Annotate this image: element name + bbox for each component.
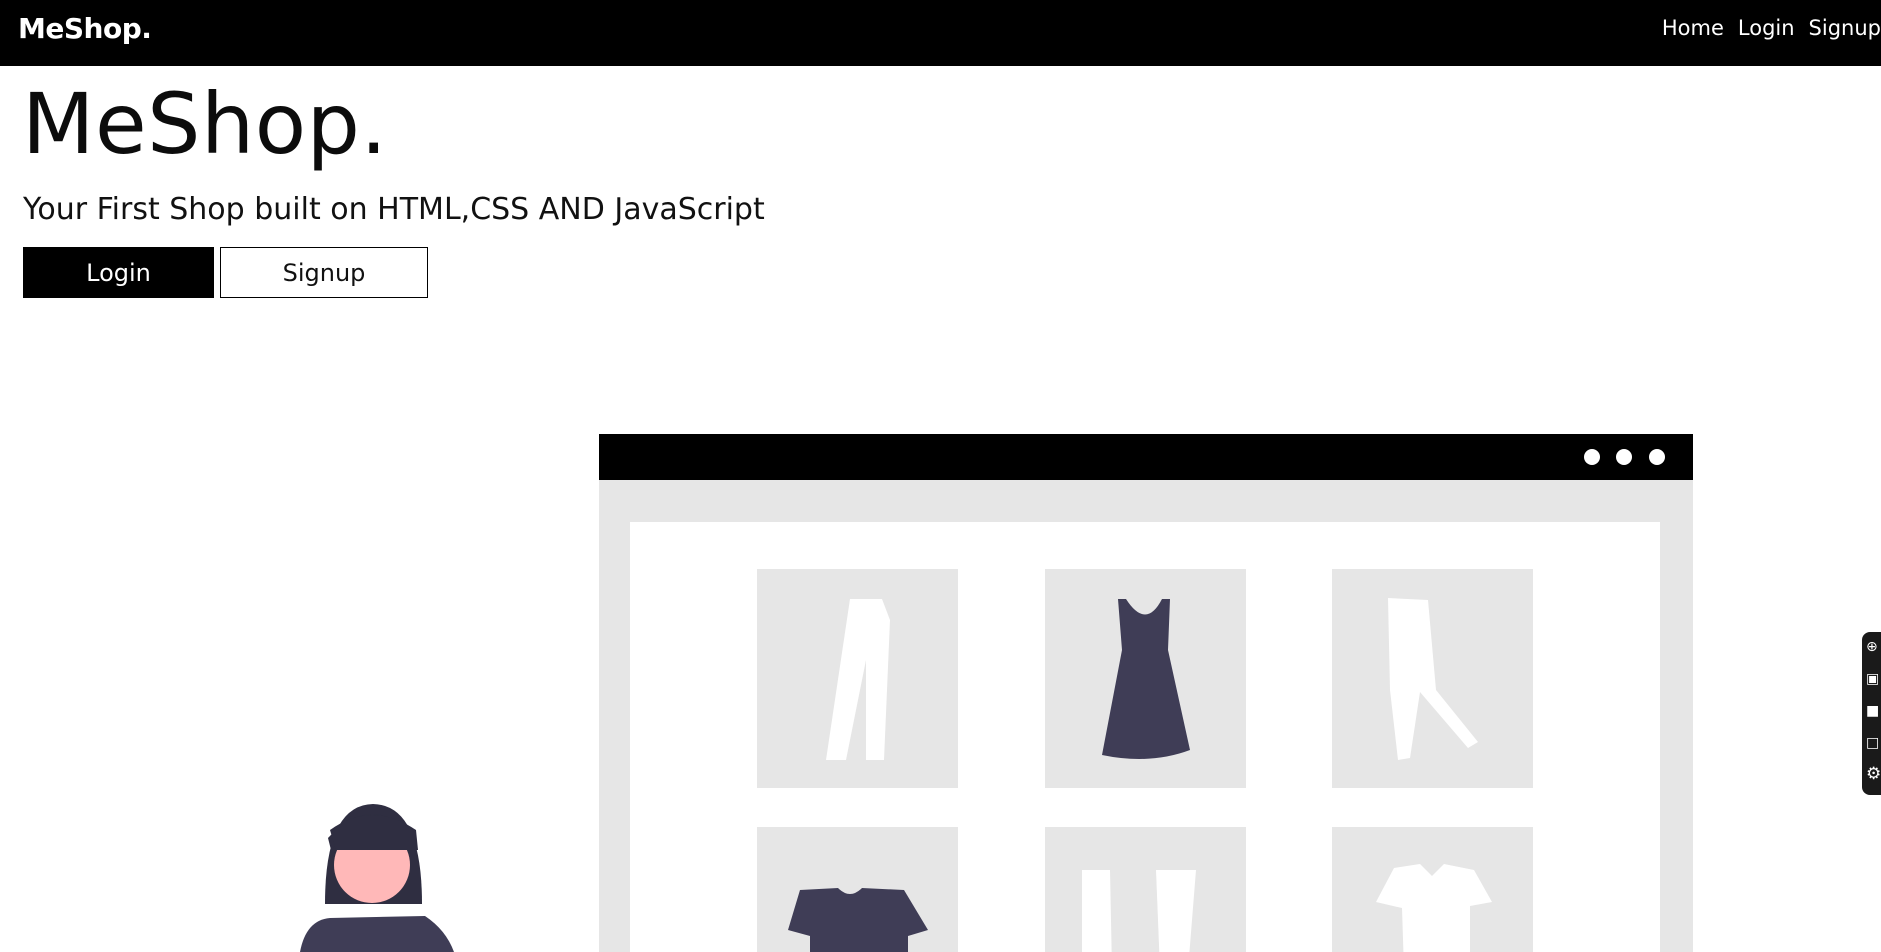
window-icon[interactable]: ■ [1866,704,1879,718]
side-dock: ⊕ ▣ ■ □ ⚙ [1862,632,1881,795]
shop-illustration [300,434,1693,952]
window-dot-icon [1584,449,1600,465]
person-body [300,916,454,952]
brand-logo[interactable]: MeShop. [18,12,152,45]
nav-link-signup[interactable]: Signup [1809,16,1881,40]
hero-subtitle: Your First Shop built on HTML,CSS AND Ja… [23,192,765,227]
nav-link-home[interactable]: Home [1662,16,1724,40]
product-tile [1045,827,1246,952]
signup-button[interactable]: Signup [220,247,428,298]
hero-title: MeShop. [22,75,388,173]
nav-links: Home Login Signup [1648,16,1881,40]
link-icon[interactable]: ⊕ [1866,640,1878,654]
window-dot-icon [1616,449,1632,465]
camera-icon[interactable]: ▣ [1866,672,1879,686]
windows-icon[interactable]: □ [1866,736,1879,750]
browser-title-bar [599,434,1693,480]
nav-link-login[interactable]: Login [1738,16,1795,40]
gear-icon[interactable]: ⚙ [1866,766,1881,783]
login-button[interactable]: Login [23,247,214,298]
navbar: MeShop. Home Login Signup [0,0,1881,66]
window-dot-icon [1649,449,1665,465]
